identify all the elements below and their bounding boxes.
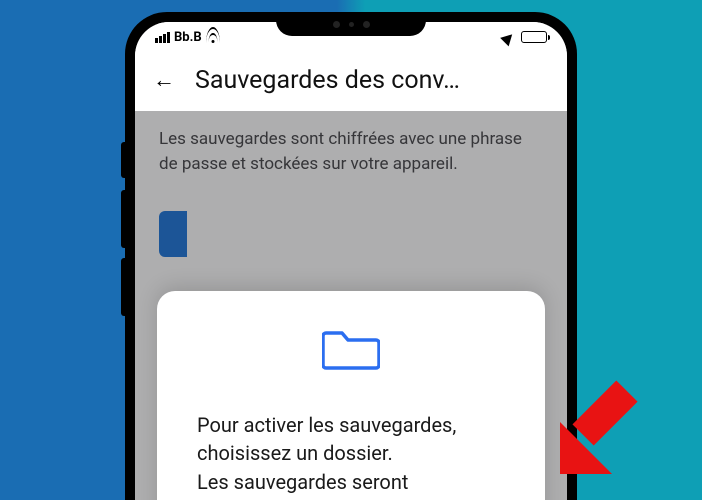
camera-dot: [363, 21, 370, 28]
volume-up-button: [121, 190, 125, 248]
side-button: [121, 142, 125, 178]
location-icon: [500, 30, 516, 46]
sensor-dot: [349, 22, 354, 27]
volume-down-button: [121, 258, 125, 316]
sheet-line2: Les sauvegardes seront enregistrées dans…: [197, 470, 408, 500]
signal-icon: [155, 32, 170, 43]
status-left: Bb.B: [155, 30, 221, 45]
app-bar: ← Sauvegardes des conv…: [135, 52, 567, 111]
sheet-line1: Pour activer les sauvegardes, choisissez…: [197, 413, 456, 465]
battery-icon: [521, 31, 547, 43]
wifi-icon: [206, 32, 221, 43]
sheet-message: Pour activer les sauvegardes, choisissez…: [197, 411, 505, 500]
page-title: Sauvegardes des conv…: [195, 66, 549, 95]
screen: Bb.B ← Sauvegardes des conv… Les sauvega…: [135, 22, 567, 500]
status-right: [503, 31, 547, 43]
choose-folder-sheet: Pour activer les sauvegardes, choisissez…: [157, 291, 545, 500]
background: Bb.B ← Sauvegardes des conv… Les sauvega…: [0, 0, 702, 500]
notch: [276, 12, 426, 36]
sensor-dot: [333, 21, 340, 28]
folder-icon: [322, 325, 380, 371]
carrier-label: Bb.B: [174, 30, 202, 45]
back-icon[interactable]: ←: [153, 70, 175, 92]
content-area: Les sauvegardes sont chiffrées avec une …: [135, 111, 567, 500]
phone-frame: Bb.B ← Sauvegardes des conv… Les sauvega…: [125, 12, 577, 500]
